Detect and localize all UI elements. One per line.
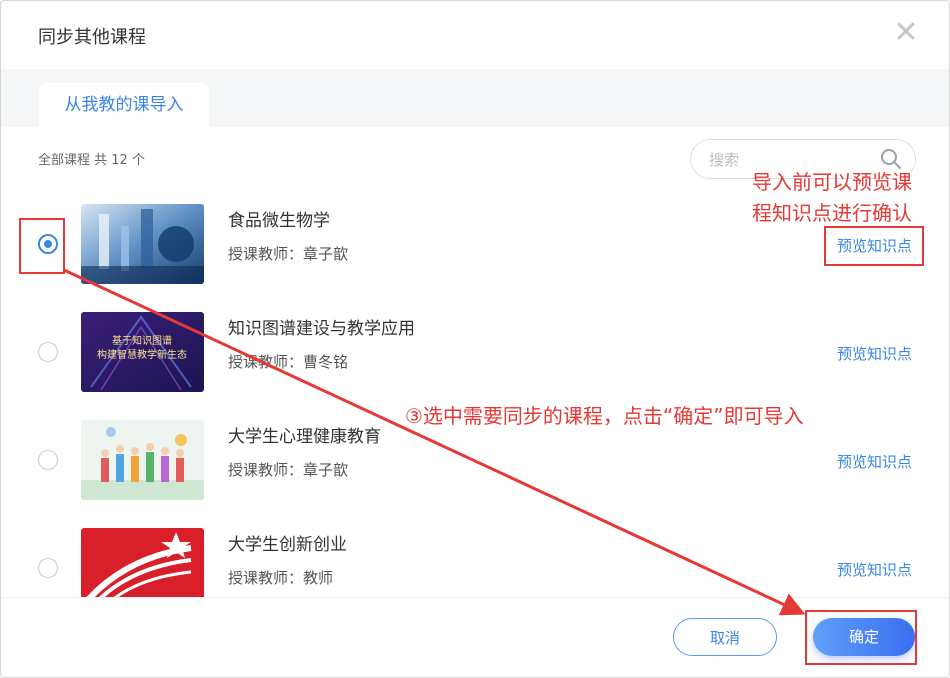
preview-knowledge-link[interactable]: 预览知识点 — [837, 235, 912, 256]
course-teacher: 授课教师：章子歆 — [228, 461, 349, 479]
dialog-header: 同步其他课程 ✕ — [1, 1, 949, 69]
course-thumbnail: 基于知识图谱 构建智慧教学新生态 — [81, 312, 204, 392]
thumb-text-1: 基于知识图谱 — [112, 334, 172, 347]
list-item[interactable]: 大学生心理健康教育 授课教师：章子歆 预览知识点 — [1, 413, 949, 521]
course-thumbnail — [81, 528, 204, 597]
dialog-footer: 取消 确定 — [1, 597, 949, 677]
course-teacher: 授课教师：曹冬铭 — [228, 353, 349, 371]
course-radio[interactable] — [38, 450, 58, 470]
course-name: 大学生心理健康教育 — [228, 427, 381, 447]
list-item[interactable]: 大学生创新创业 授课教师：教师 预览知识点 — [1, 521, 949, 597]
tab-import-from-my-courses[interactable]: 从我教的课导入 — [39, 83, 209, 127]
course-name: 大学生创新创业 — [228, 535, 347, 555]
dialog-title: 同步其他课程 — [38, 27, 146, 48]
cancel-button[interactable]: 取消 — [673, 618, 777, 656]
course-name: 知识图谱建设与教学应用 — [228, 319, 415, 339]
course-thumbnail — [81, 204, 204, 284]
confirm-button[interactable]: 确定 — [813, 618, 915, 656]
course-list: 食品微生物学 授课教师：章子歆 预览知识点 基于知识图谱 构建智慧教学新生态 知… — [1, 197, 949, 597]
course-radio[interactable] — [38, 558, 58, 578]
preview-knowledge-link[interactable]: 预览知识点 — [837, 559, 912, 580]
course-radio[interactable] — [38, 342, 58, 362]
sync-course-dialog: 同步其他课程 ✕ 从我教的课导入 全部课程 共 12 个 搜索 食品微生物学 授… — [0, 0, 950, 678]
annotation-note-preview-2: 程知识点进行确认 — [752, 201, 912, 225]
preview-knowledge-link[interactable]: 预览知识点 — [837, 343, 912, 364]
course-teacher: 授课教师：教师 — [228, 569, 334, 587]
course-teacher: 授课教师：章子歆 — [228, 245, 349, 263]
close-icon[interactable]: ✕ — [891, 18, 921, 49]
thumb-text-2: 构建智慧教学新生态 — [97, 348, 187, 361]
course-name: 食品微生物学 — [228, 211, 330, 231]
tab-bar: 从我教的课导入 — [1, 69, 949, 127]
annotation-note-select: ③选中需要同步的课程，点击“确定”即可导入 — [405, 404, 804, 428]
course-radio[interactable] — [38, 234, 58, 254]
preview-knowledge-link[interactable]: 预览知识点 — [837, 451, 912, 472]
list-item[interactable]: 基于知识图谱 构建智慧教学新生态 知识图谱建设与教学应用 授课教师：曹冬铭 预览… — [1, 305, 949, 413]
course-thumbnail — [81, 420, 204, 500]
course-count: 全部课程 共 12 个 — [38, 153, 145, 168]
annotation-note-preview-1: 导入前可以预览课 — [752, 170, 912, 194]
